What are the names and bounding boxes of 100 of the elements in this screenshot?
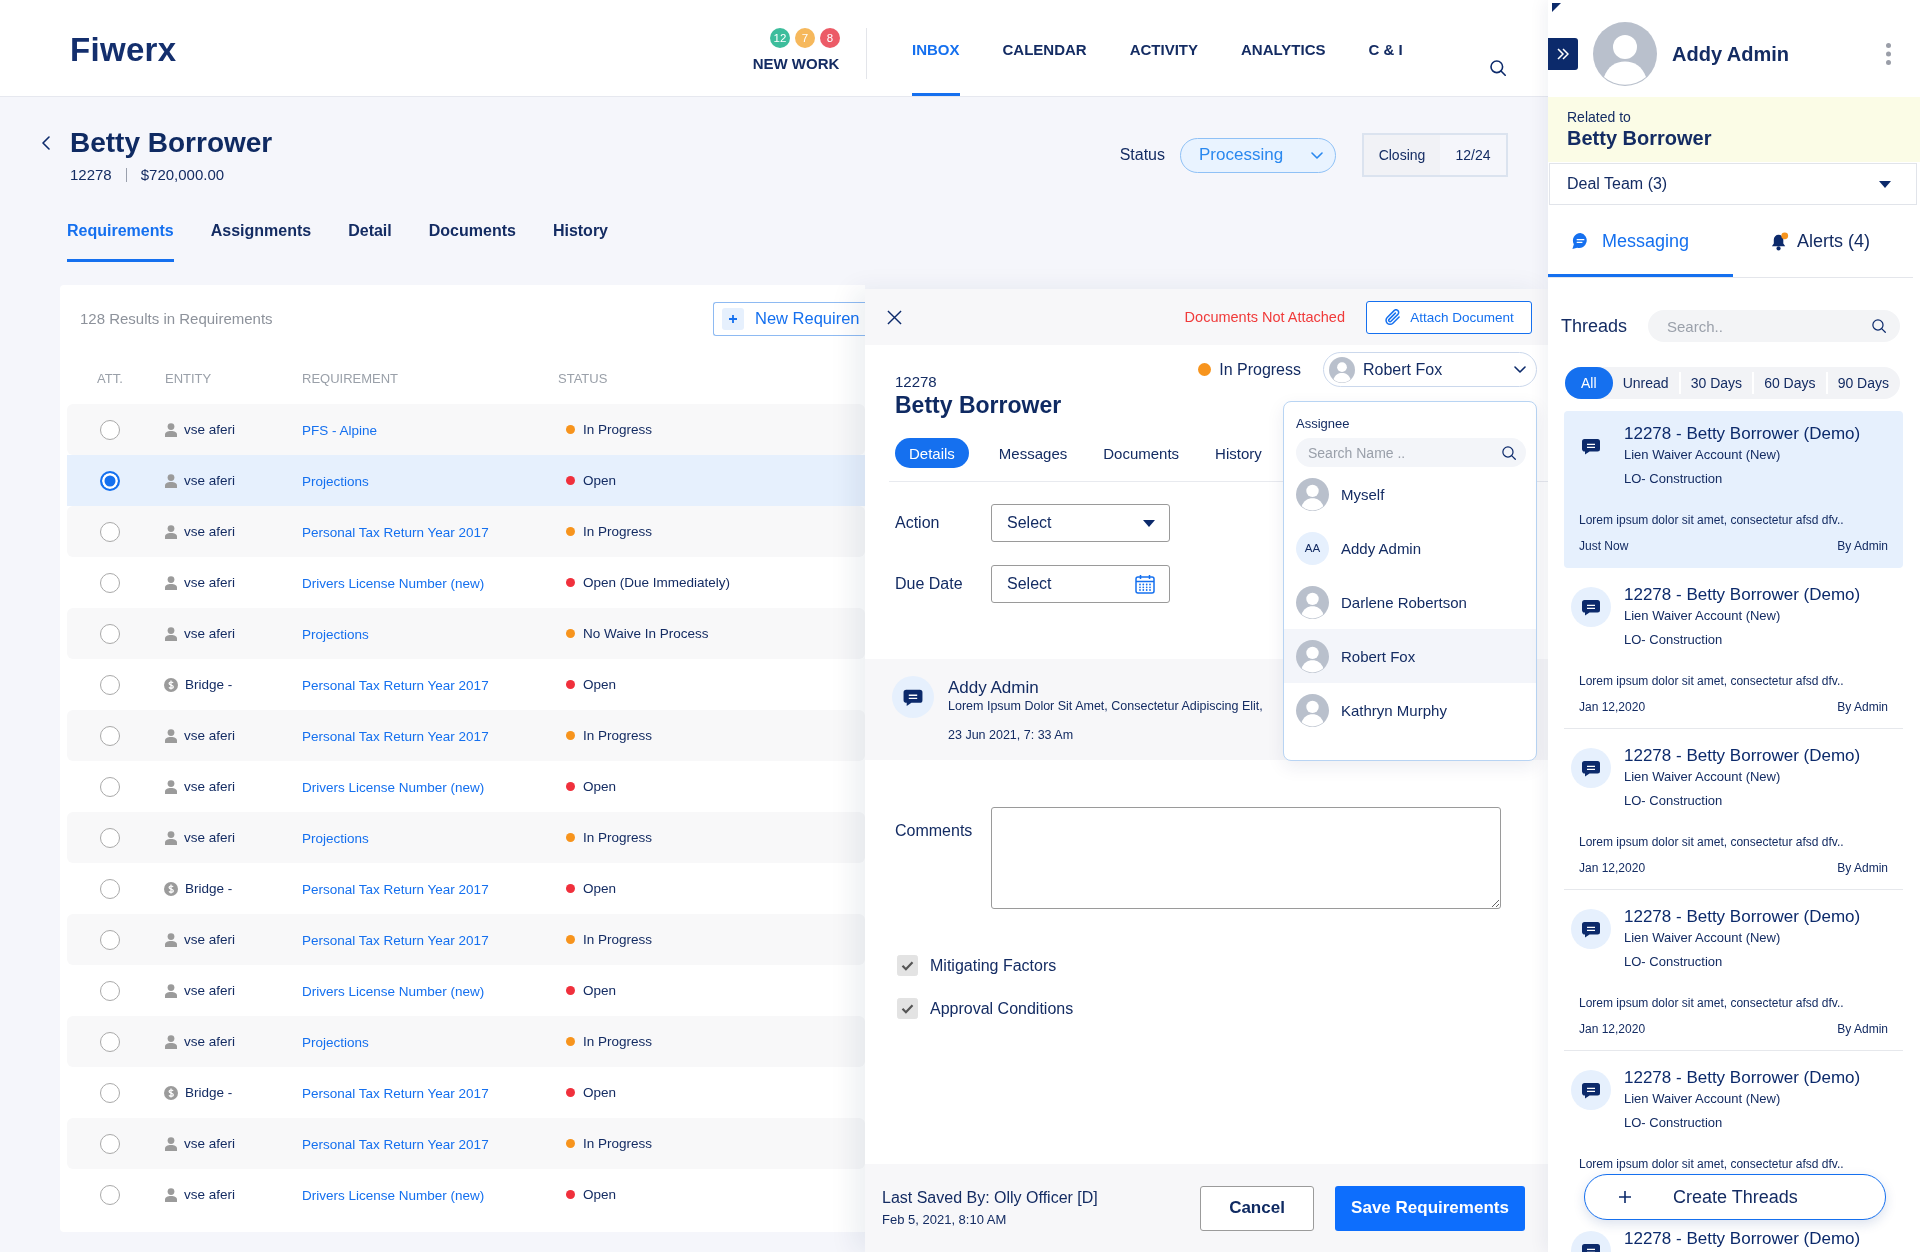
entity-name: vse aferi bbox=[184, 779, 236, 794]
assignee-dropdown[interactable]: Robert Fox bbox=[1323, 352, 1537, 387]
nav-tab[interactable]: C & I bbox=[1368, 0, 1403, 96]
requirement-link[interactable]: Drivers License Number (new) bbox=[302, 575, 485, 591]
nav-tab[interactable]: ACTIVITY bbox=[1129, 0, 1199, 96]
requirement-link[interactable]: Projections bbox=[302, 830, 369, 846]
table-row[interactable]: vse aferi Projections No Waive In Process bbox=[67, 608, 865, 659]
table-row[interactable]: vse aferi PFS - Alpine In Progress bbox=[67, 404, 865, 455]
tab[interactable]: Requirements bbox=[67, 207, 174, 262]
status-text: Open bbox=[583, 881, 617, 896]
radio-button[interactable] bbox=[100, 521, 120, 542]
requirement-link[interactable]: Projections bbox=[302, 1034, 369, 1050]
menu-item[interactable]: Myself bbox=[1284, 467, 1536, 521]
radio-button[interactable] bbox=[100, 1184, 120, 1205]
radio-button[interactable] bbox=[100, 980, 120, 1001]
radio-button[interactable] bbox=[100, 725, 120, 746]
requirement-link[interactable]: Personal Tax Return Year 2017 bbox=[302, 524, 489, 540]
filter-chip[interactable]: 90 Days bbox=[1832, 367, 1894, 399]
close-icon[interactable] bbox=[887, 309, 902, 325]
cancel-button[interactable]: Cancel bbox=[1200, 1185, 1314, 1231]
radio-button[interactable] bbox=[100, 776, 120, 797]
status-text: In Progress bbox=[583, 830, 653, 845]
requirement-link[interactable]: Drivers License Number (new) bbox=[302, 779, 485, 795]
user-name: Addy Admin bbox=[1672, 42, 1790, 66]
radio-button[interactable] bbox=[100, 827, 120, 848]
table-row[interactable]: vse aferi Projections In Progress bbox=[67, 812, 865, 863]
tab[interactable]: Documents bbox=[428, 207, 516, 262]
nav-tab[interactable]: ANALYTICS bbox=[1241, 0, 1326, 96]
radio-button[interactable] bbox=[100, 878, 120, 899]
action-dropdown[interactable]: Select bbox=[991, 504, 1170, 542]
thread-card[interactable]: 12278 - Betty Borrower (Demo) Lien Waiver Account (New) LO- Construction Lorem ipsum dolor sit amet, consectetur afsd dfv.. Jan 12,2020 By Admin bbox=[1564, 733, 1903, 890]
checkbox[interactable] bbox=[897, 998, 918, 1019]
table-row[interactable]: vse aferi Projections In Progress bbox=[67, 1016, 865, 1067]
radio-button[interactable] bbox=[100, 1133, 120, 1154]
create-threads-button[interactable]: Create Threads bbox=[1584, 1174, 1886, 1220]
deal-team-dropdown[interactable]: Deal Team (3) bbox=[1549, 163, 1917, 205]
tab[interactable]: Alerts (4) bbox=[1733, 205, 1870, 277]
requirement-link[interactable]: PFS - Alpine bbox=[302, 422, 378, 438]
radio-button[interactable] bbox=[100, 470, 120, 491]
radio-button[interactable] bbox=[100, 419, 120, 440]
table-row[interactable]: vse aferi Personal Tax Return Year 2017 In Progress bbox=[67, 914, 865, 965]
requirement-link[interactable]: Personal Tax Return Year 2017 bbox=[302, 1136, 489, 1152]
table-row[interactable]: vse aferi Personal Tax Return Year 2017 In Progress bbox=[67, 1118, 865, 1169]
filter-chip[interactable]: Unread bbox=[1617, 367, 1674, 399]
tab[interactable]: Documents bbox=[1097, 438, 1186, 468]
thread-card[interactable]: 12278 - Betty Borrower (Demo) Lien Waiver Account (New) LO- Construction Lorem ipsum dolor sit amet, consectetur afsd dfv.. Jan 12,2020 By Admin bbox=[1564, 572, 1903, 729]
tab[interactable]: Messaging bbox=[1548, 205, 1733, 277]
table-row[interactable]: vse aferi Projections Open bbox=[67, 455, 865, 506]
tab[interactable]: Detail bbox=[348, 207, 392, 262]
attach-document-button[interactable]: Attach Document bbox=[1366, 300, 1532, 334]
nav-tab[interactable]: INBOX bbox=[912, 0, 960, 96]
expand-button[interactable] bbox=[1548, 38, 1578, 70]
thread-card[interactable]: 12278 - Betty Borrower (Demo) Lien Waiver Account (New) LO- Construction Lorem ipsum dolor sit amet, consectetur afsd dfv.. Jan 12,2020 By Admin bbox=[1564, 894, 1903, 1051]
requirement-link[interactable]: Personal Tax Return Year 2017 bbox=[302, 881, 489, 897]
status-text: In Progress bbox=[583, 932, 653, 947]
requirement-link[interactable]: Projections bbox=[302, 473, 369, 489]
requirement-link[interactable]: Projections bbox=[302, 626, 369, 642]
thread-card[interactable]: 12278 - Betty Borrower (Demo) Lien Waiver Account (New) LO- Construction Lorem ipsum dolor sit amet, consectetur afsd dfv.. Just Now By Admin bbox=[1564, 411, 1903, 568]
menu-item[interactable]: Kathryn Murphy bbox=[1284, 683, 1536, 737]
radio-button[interactable] bbox=[100, 572, 120, 593]
back-chevron-icon[interactable] bbox=[42, 136, 50, 150]
table-row[interactable]: vse aferi Personal Tax Return Year 2017 In Progress bbox=[67, 506, 865, 557]
checkbox[interactable] bbox=[897, 955, 918, 976]
requirement-link[interactable]: Drivers License Number (new) bbox=[302, 1187, 485, 1203]
table-row[interactable]: vse aferi Personal Tax Return Year 2017 In Progress bbox=[67, 710, 865, 761]
radio-button[interactable] bbox=[100, 1082, 120, 1103]
menu-item[interactable]: AA Addy Admin bbox=[1284, 521, 1536, 575]
requirement-link[interactable]: Personal Tax Return Year 2017 bbox=[302, 932, 489, 948]
new-requirement-button[interactable]: New Requiren bbox=[713, 301, 865, 336]
search-icon[interactable] bbox=[1490, 60, 1506, 76]
radio-button[interactable] bbox=[100, 623, 120, 644]
more-options-icon[interactable] bbox=[1886, 43, 1891, 65]
filter-chip[interactable]: 60 Days bbox=[1759, 367, 1821, 399]
tab[interactable]: Details bbox=[895, 438, 969, 468]
nav-tab[interactable]: CALENDAR bbox=[1002, 0, 1087, 96]
radio-button[interactable] bbox=[100, 674, 120, 695]
loan-amount: $720,000.00 bbox=[140, 166, 225, 184]
requirement-link[interactable]: Personal Tax Return Year 2017 bbox=[302, 1085, 489, 1101]
new-work-link[interactable]: NEW WORK bbox=[752, 55, 840, 72]
tab[interactable]: Assignments bbox=[210, 207, 312, 262]
save-button[interactable]: Save Requirements bbox=[1335, 1185, 1525, 1231]
requirement-link[interactable]: Personal Tax Return Year 2017 bbox=[302, 728, 489, 744]
thread-card[interactable]: 12278 - Betty Borrower (Demo) Lien Waiver Account (New) LO- Construction Lorem ipsum dolor sit amet, consectetur afsd dfv.. bbox=[1564, 1055, 1903, 1172]
radio-button[interactable] bbox=[100, 929, 120, 950]
date-field[interactable]: Select bbox=[991, 565, 1170, 603]
comments-field[interactable] bbox=[991, 807, 1501, 909]
requirement-link[interactable]: Personal Tax Return Year 2017 bbox=[302, 677, 489, 693]
search-field[interactable]: Search Name .. bbox=[1296, 438, 1526, 467]
filter-chip[interactable]: All bbox=[1565, 367, 1613, 399]
tab[interactable]: History bbox=[1209, 438, 1268, 468]
tab[interactable]: History bbox=[552, 207, 608, 262]
calendar-icon[interactable] bbox=[1135, 574, 1155, 594]
tab[interactable]: Messages bbox=[992, 438, 1074, 468]
search-field[interactable]: Search.. bbox=[1648, 310, 1900, 342]
menu-item[interactable]: Robert Fox bbox=[1284, 629, 1536, 683]
requirement-link[interactable]: Drivers License Number (new) bbox=[302, 983, 485, 999]
radio-button[interactable] bbox=[100, 1031, 120, 1052]
menu-item[interactable]: Darlene Robertson bbox=[1284, 575, 1536, 629]
record-id: 12278 bbox=[895, 373, 938, 391]
filter-chip[interactable]: 30 Days bbox=[1685, 367, 1748, 399]
